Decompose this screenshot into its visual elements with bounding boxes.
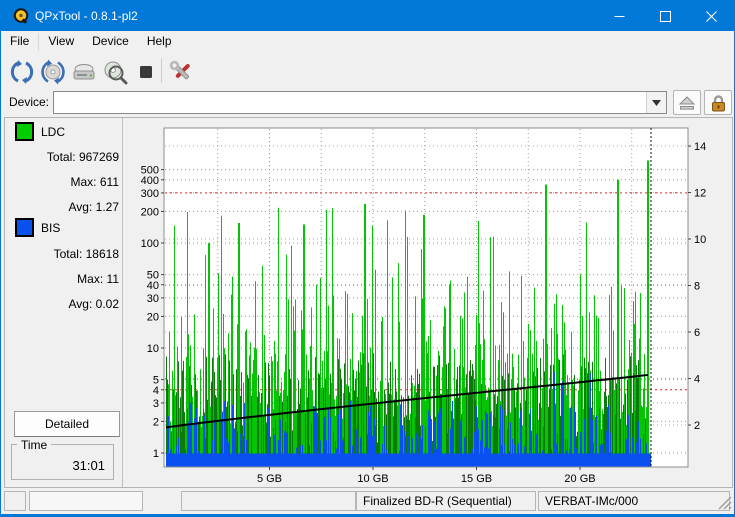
svg-text:1: 1 bbox=[153, 448, 159, 460]
svg-text:100: 100 bbox=[141, 238, 159, 250]
svg-text:50: 50 bbox=[147, 270, 159, 282]
svg-text:4: 4 bbox=[694, 374, 700, 386]
status-bar: Finalized BD-R (Sequential) VERBAT-IMc/0… bbox=[1, 490, 734, 514]
svg-text:15 GB: 15 GB bbox=[461, 473, 492, 485]
svg-text:3: 3 bbox=[153, 398, 159, 410]
svg-text:2: 2 bbox=[153, 416, 159, 428]
svg-text:20 GB: 20 GB bbox=[564, 473, 595, 485]
status-panel-2 bbox=[181, 491, 356, 511]
status-panel-0 bbox=[4, 491, 26, 511]
svg-text:10: 10 bbox=[147, 343, 159, 355]
svg-text:10 GB: 10 GB bbox=[357, 473, 388, 485]
svg-text:5: 5 bbox=[153, 375, 159, 387]
svg-text:5 GB: 5 GB bbox=[257, 473, 282, 485]
svg-text:300: 300 bbox=[141, 188, 159, 200]
resize-grip[interactable] bbox=[718, 496, 732, 510]
status-panel-1 bbox=[29, 491, 143, 511]
svg-text:500: 500 bbox=[141, 165, 159, 177]
svg-text:2: 2 bbox=[694, 420, 700, 432]
scan-chart: 1234510203040501002003004005002468101214… bbox=[1, 1, 735, 517]
status-panel-media: Finalized BD-R (Sequential) bbox=[356, 491, 536, 511]
svg-text:8: 8 bbox=[694, 281, 700, 293]
svg-text:14: 14 bbox=[694, 141, 706, 153]
status-panel-disc-id: VERBAT-IMc/000 bbox=[538, 491, 730, 511]
app-window: QPxTool - 0.8.1-pl2 File View Device Hel… bbox=[0, 0, 735, 517]
svg-text:10: 10 bbox=[694, 234, 706, 246]
svg-text:20: 20 bbox=[147, 311, 159, 323]
svg-text:30: 30 bbox=[147, 293, 159, 305]
svg-text:6: 6 bbox=[694, 327, 700, 339]
svg-text:200: 200 bbox=[141, 206, 159, 218]
svg-text:12: 12 bbox=[694, 188, 706, 200]
